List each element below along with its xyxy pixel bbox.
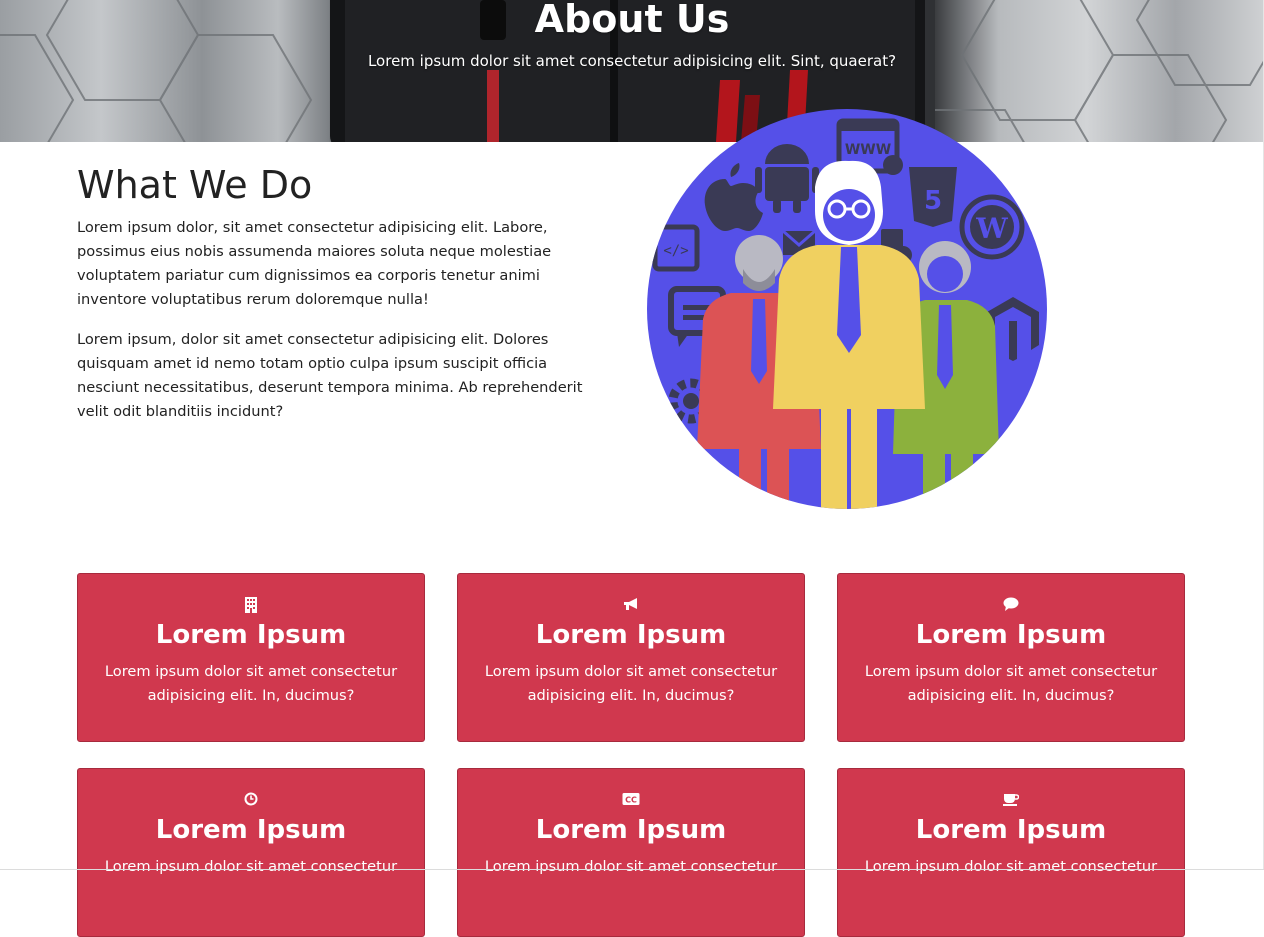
card-text: Lorem ipsum dolor sit amet consectetur a…: [104, 663, 398, 704]
hero-subtitle: Lorem ipsum dolor sit amet consectetur a…: [367, 52, 897, 70]
card-title: Lorem Ipsum: [915, 815, 1107, 845]
card-text: Lorem ipsum dolor sit amet consectetur: [864, 858, 1158, 875]
megaphone-icon: [458, 597, 804, 613]
closed-captioning-icon: CC: [458, 792, 804, 808]
clock-icon: [78, 792, 424, 808]
card-text: Lorem ipsum dolor sit amet consectetur: [484, 858, 778, 875]
svg-text:5: 5: [924, 186, 942, 216]
service-card: Lorem Ipsum Lorem ipsum dolor sit amet c…: [457, 573, 805, 742]
service-card: Lorem Ipsum Lorem ipsum dolor sit amet c…: [77, 768, 425, 937]
card-text: Lorem ipsum dolor sit amet consectetur a…: [484, 663, 778, 704]
card-title: Lorem Ipsum: [535, 815, 727, 845]
service-card: Lorem Ipsum Lorem ipsum dolor sit amet c…: [837, 768, 1185, 937]
building-icon: [78, 597, 424, 613]
svg-text:W: W: [975, 212, 1008, 245]
service-card: Lorem Ipsum Lorem ipsum dolor sit amet c…: [77, 573, 425, 742]
what-we-do-paragraph-1: Lorem ipsum dolor, sit amet consectetur …: [77, 219, 552, 308]
card-text: Lorem ipsum dolor sit amet consectetur: [104, 858, 398, 875]
what-we-do-heading: What We Do: [77, 163, 313, 207]
svg-text:CC: CC: [625, 796, 637, 805]
comment-icon: [838, 597, 1184, 613]
hero-banner: About Us Lorem ipsum dolor sit amet cons…: [0, 0, 1264, 142]
team-illustration: WWW 5 W </>: [647, 109, 1047, 509]
card-title: Lorem Ipsum: [155, 620, 347, 650]
card-title: Lorem Ipsum: [155, 815, 347, 845]
service-card: CC Lorem Ipsum Lorem ipsum dolor sit ame…: [457, 768, 805, 937]
card-text: Lorem ipsum dolor sit amet consectetur a…: [864, 663, 1158, 704]
svg-text:WWW: WWW: [845, 142, 891, 158]
wordpress-icon: W: [959, 194, 1025, 260]
card-title: Lorem Ipsum: [915, 620, 1107, 650]
page-title: About Us: [534, 0, 730, 41]
service-card: Lorem Ipsum Lorem ipsum dolor sit amet c…: [837, 573, 1185, 742]
card-title: Lorem Ipsum: [535, 620, 727, 650]
coffee-icon: [838, 792, 1184, 808]
what-we-do-paragraph-2: Lorem ipsum, dolor sit amet consectetur …: [77, 331, 583, 420]
svg-text:</>: </>: [663, 243, 688, 259]
html5-icon: 5: [909, 167, 957, 227]
